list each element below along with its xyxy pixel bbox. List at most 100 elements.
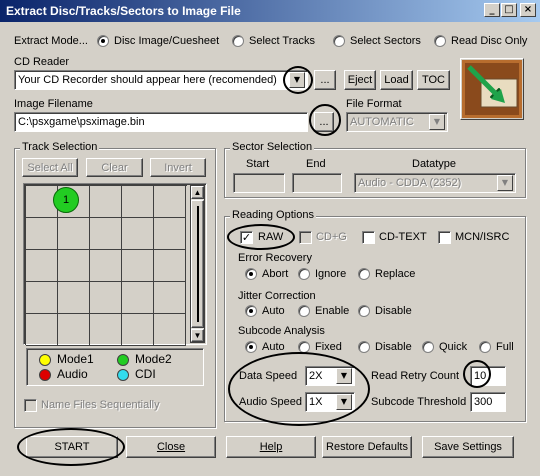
data-speed-select[interactable]: 2X ▼ — [305, 366, 355, 386]
audio-speed-select[interactable]: 1X ▼ — [305, 392, 355, 412]
chevron-down-icon[interactable]: ▼ — [336, 394, 352, 410]
error-abort-label[interactable]: Abort — [262, 268, 288, 280]
track-grid-cell[interactable] — [26, 314, 58, 346]
track-1-indicator[interactable]: 1 — [53, 187, 79, 213]
close-button[interactable]: × — [520, 3, 536, 17]
radio-disc-image-label[interactable]: Disc Image/Cuesheet — [114, 35, 219, 47]
subcode-disable-label[interactable]: Disable — [375, 341, 412, 353]
image-filename-input[interactable]: C:\psxgame\psximage.bin — [14, 112, 308, 132]
raw-checkbox[interactable]: ✓ — [240, 231, 253, 244]
invert-button[interactable]: Invert — [150, 158, 206, 177]
restore-defaults-button[interactable]: Restore Defaults — [322, 436, 412, 458]
radio-subcode-quick[interactable] — [422, 341, 434, 353]
subcode-auto-label[interactable]: Auto — [262, 341, 285, 353]
track-grid-scrollbar[interactable]: ▲ ▼ — [190, 185, 205, 343]
radio-read-disc-only[interactable] — [434, 35, 446, 47]
track-grid-cell[interactable] — [90, 282, 122, 314]
radio-disc-image[interactable] — [97, 35, 109, 47]
scroll-up-button[interactable]: ▲ — [191, 186, 204, 199]
radio-error-ignore[interactable] — [298, 268, 310, 280]
track-grid[interactable]: 1 ▲ ▼ — [23, 183, 207, 346]
track-grid-cell[interactable] — [26, 250, 58, 282]
cd-reader-browse-button[interactable]: ... — [314, 70, 336, 90]
radio-jitter-disable[interactable] — [358, 305, 370, 317]
start-button[interactable]: START — [26, 436, 118, 458]
error-ignore-label[interactable]: Ignore — [315, 268, 346, 280]
track-grid-cell[interactable] — [154, 282, 186, 314]
jitter-enable-label[interactable]: Enable — [315, 305, 349, 317]
track-grid-cell[interactable] — [26, 282, 58, 314]
radio-select-sectors-label[interactable]: Select Sectors — [350, 35, 421, 47]
chevron-down-icon[interactable]: ▼ — [497, 175, 513, 191]
track-grid-cell[interactable] — [122, 250, 154, 282]
subcode-threshold-input[interactable]: 300 — [470, 392, 506, 412]
name-files-checkbox[interactable] — [24, 399, 37, 412]
track-grid-cell[interactable] — [122, 282, 154, 314]
title-bar[interactable]: Extract Disc/Tracks/Sectors to Image Fil… — [0, 0, 540, 22]
cdg-label[interactable]: CD+G — [316, 231, 347, 243]
start-sector-input[interactable] — [233, 173, 285, 193]
read-retry-input[interactable]: 10 — [470, 366, 506, 386]
radio-error-replace[interactable] — [358, 268, 370, 280]
cdtext-label[interactable]: CD-TEXT — [379, 231, 427, 243]
radio-jitter-enable[interactable] — [298, 305, 310, 317]
track-grid-cell[interactable] — [58, 250, 90, 282]
radio-jitter-auto[interactable] — [245, 305, 257, 317]
save-settings-button[interactable]: Save Settings — [422, 436, 514, 458]
help-button[interactable]: Help — [226, 436, 316, 458]
name-files-label[interactable]: Name Files Sequentially — [41, 399, 160, 411]
radio-subcode-auto[interactable] — [245, 341, 257, 353]
error-replace-label[interactable]: Replace — [375, 268, 415, 280]
cd-reader-select[interactable]: Your CD Recorder should appear here (rec… — [14, 70, 308, 90]
minimize-button[interactable]: _ — [484, 3, 500, 17]
load-button[interactable]: Load — [380, 70, 413, 90]
track-grid-cell[interactable] — [154, 218, 186, 250]
cdtext-checkbox[interactable] — [362, 231, 375, 244]
track-grid-cell[interactable] — [58, 218, 90, 250]
eject-button[interactable]: Eject — [344, 70, 376, 90]
track-grid-cell[interactable] — [90, 314, 122, 346]
maximize-button[interactable]: □ — [501, 3, 517, 17]
subcode-fixed-label[interactable]: Fixed — [315, 341, 342, 353]
chevron-down-icon[interactable]: ▼ — [336, 368, 352, 384]
jitter-disable-label[interactable]: Disable — [375, 305, 412, 317]
track-grid-cell[interactable] — [154, 314, 186, 346]
radio-select-tracks-label[interactable]: Select Tracks — [249, 35, 315, 47]
track-grid-cell[interactable] — [58, 314, 90, 346]
mcn-isrc-checkbox[interactable] — [438, 231, 451, 244]
track-grid-cell[interactable] — [154, 186, 186, 218]
jitter-auto-label[interactable]: Auto — [262, 305, 285, 317]
radio-select-tracks[interactable] — [232, 35, 244, 47]
radio-read-disc-only-label[interactable]: Read Disc Only — [451, 35, 527, 47]
track-grid-cell[interactable] — [26, 218, 58, 250]
select-all-button[interactable]: Select All — [22, 158, 78, 177]
track-grid-cell[interactable] — [122, 218, 154, 250]
clear-button[interactable]: Clear — [86, 158, 143, 177]
chevron-down-icon[interactable]: ▼ — [429, 114, 445, 130]
raw-label[interactable]: RAW — [258, 231, 283, 243]
track-grid-cell[interactable] — [122, 186, 154, 218]
datatype-select[interactable]: Audio - CDDA (2352) ▼ — [354, 173, 516, 193]
image-filename-browse-button[interactable]: ... — [314, 112, 334, 132]
radio-subcode-disable[interactable] — [358, 341, 370, 353]
toc-button[interactable]: TOC — [417, 70, 450, 90]
track-grid-cell[interactable] — [122, 314, 154, 346]
radio-subcode-full[interactable] — [479, 341, 491, 353]
chevron-down-icon[interactable]: ▼ — [289, 72, 305, 88]
track-grid-cell[interactable] — [90, 250, 122, 282]
cdg-checkbox[interactable] — [299, 231, 312, 244]
track-grid-cell[interactable] — [90, 186, 122, 218]
radio-error-abort[interactable] — [245, 268, 257, 280]
scroll-thumb[interactable] — [191, 200, 204, 328]
end-sector-input[interactable] — [292, 173, 342, 193]
radio-select-sectors[interactable] — [333, 35, 345, 47]
close-dialog-button[interactable]: Close — [126, 436, 216, 458]
scroll-down-button[interactable]: ▼ — [191, 329, 204, 342]
mcn-isrc-label[interactable]: MCN/ISRC — [455, 231, 509, 243]
track-grid-cell[interactable] — [90, 218, 122, 250]
track-grid-cells[interactable] — [25, 185, 187, 346]
subcode-full-label[interactable]: Full — [496, 341, 514, 353]
file-format-select[interactable]: AUTOMATIC ▼ — [346, 112, 448, 132]
track-grid-cell[interactable] — [154, 250, 186, 282]
track-grid-cell[interactable] — [58, 282, 90, 314]
